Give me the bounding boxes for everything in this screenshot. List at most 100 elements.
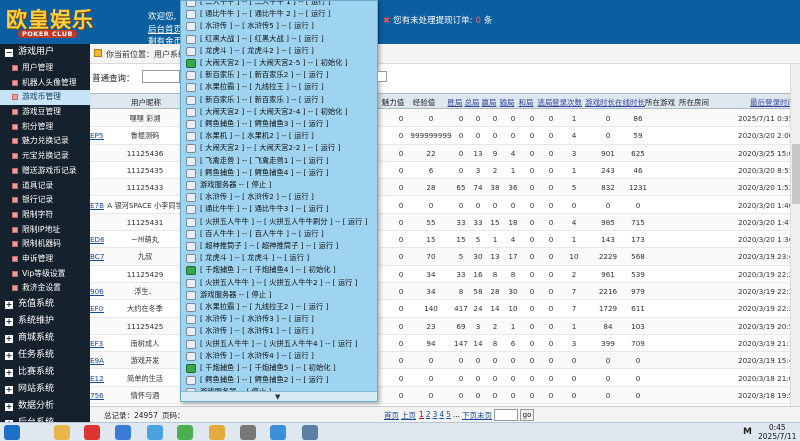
sidebar-item[interactable]: 限制机器码 xyxy=(0,237,90,252)
dropdown-option[interactable]: [ 火拼五人牛牛 ] -- [ 火拼五人牛牛2 ] -- [ 运行 ] xyxy=(181,277,377,290)
server-dropdown-list[interactable]: [ 二人牛牛 ] -- [ 二人牛牛 1 ] -- [ 运行 ] [ 通比牛牛 ]… xyxy=(180,0,378,402)
sidebar-group[interactable]: + 数据分析 xyxy=(0,398,90,415)
account-id[interactable]: E7B1 xyxy=(90,201,104,210)
dropdown-option[interactable]: [ 鳄鱼捕鱼 ] -- [ 鳄鱼捕鱼3 ] -- [ 运行 ] xyxy=(181,118,377,131)
tools-icon[interactable] xyxy=(115,425,131,440)
dropdown-option[interactable]: [ 千炮捕鱼 ] -- [ 千炮捕鱼5 ] -- [ 初始化 ] xyxy=(181,362,377,375)
start-icon[interactable] xyxy=(4,425,20,440)
page-number-link[interactable]: 5 xyxy=(446,410,451,419)
account-id[interactable]: BC75 xyxy=(90,252,104,261)
sidebar-item[interactable]: Vip等级设置 xyxy=(0,267,90,282)
dropdown-option[interactable]: [ 水浒传 ] -- [ 水浒传1 ] -- [ 运行 ] xyxy=(181,325,377,338)
warn-count[interactable]: 0 xyxy=(476,16,481,26)
dropdown-option[interactable]: [ 鳄鱼捕鱼 ] -- [ 鳄鱼捕鱼4 ] -- [ 运行 ] xyxy=(181,167,377,180)
key-icon[interactable] xyxy=(209,425,225,440)
network-icon[interactable] xyxy=(270,425,286,440)
last-page-link[interactable]: 末页 xyxy=(477,410,492,421)
dropdown-option[interactable]: [ 新百家乐 ] -- [ 新百家乐2 ] -- [ 运行 ] xyxy=(181,69,377,82)
settings-icon[interactable] xyxy=(240,425,256,440)
dropdown-option[interactable]: 游戏服务器 -- [ 停止 ] xyxy=(181,289,377,302)
dropdown-option[interactable]: [ 超神推筒子 ] -- [ 超神推筒子 ] -- [ 运行 ] xyxy=(181,240,377,253)
account-id[interactable]: ED6D xyxy=(90,235,104,244)
page-number-link[interactable]: 4 xyxy=(439,410,444,419)
dropdown-option[interactable]: [ 大闹天宫2 ] -- [ 大闹天宫2-5 ] -- [ 初始化 ] xyxy=(181,57,377,70)
prev-page-link[interactable]: 上页 xyxy=(401,410,416,421)
next-page-link[interactable]: 下页 xyxy=(462,410,477,421)
dropdown-option[interactable]: [ 水浒传 ] -- [ 水浒传2 ] -- [ 运行 ] xyxy=(181,191,377,204)
dropdown-option[interactable]: [ 鳄鱼捕鱼 ] -- [ 鳄鱼捕鱼2 ] -- [ 运行 ] xyxy=(181,374,377,387)
search-input[interactable] xyxy=(142,70,180,83)
dropdown-option[interactable]: [ 大闹天宫2 ] -- [ 大闹天宫2-2 ] -- [ 运行 ] xyxy=(181,142,377,155)
dropdown-option[interactable]: [ 百人牛牛 ] -- [ 百人牛牛 ] -- [ 运行 ] xyxy=(181,228,377,241)
dropdown-option[interactable]: [ 飞禽走兽 ] -- [ 飞禽走兽1 ] -- [ 运行 ] xyxy=(181,155,377,168)
vertical-scrollbar[interactable] xyxy=(790,64,800,419)
go-button[interactable]: go xyxy=(520,409,534,421)
account-id[interactable]: E9AB xyxy=(90,356,104,365)
dropdown-option[interactable]: [ 水果拉霸 ] -- [ 九线拉王2 ] -- [ 运行 ] xyxy=(181,301,377,314)
sidebar-item[interactable]: 用户管理 xyxy=(0,61,90,76)
sidebar-group[interactable]: − 游戏用户 xyxy=(0,44,90,61)
page-number-link[interactable]: 2 xyxy=(426,410,431,419)
first-page-link[interactable]: 首页 xyxy=(384,410,399,421)
sidebar-item[interactable]: 限制字符 xyxy=(0,208,90,223)
sidebar-item[interactable]: 银行记录 xyxy=(0,193,90,208)
account-id[interactable]: EF09 xyxy=(90,304,104,313)
dropdown-option[interactable]: [ 通比牛牛 ] -- [ 通比牛牛 2 ] -- [ 运行 ] xyxy=(181,8,377,21)
dropdown-option[interactable]: [ 火拼五人牛牛 ] -- [ 火拼五人牛牛刷分 ] -- [ 运行 ] xyxy=(181,216,377,229)
dropdown-option[interactable]: [ 大闹天宫2 ] -- [ 大闹天宫2-4 ] -- [ 初始化 ] xyxy=(181,106,377,119)
account-id[interactable]: 7565 xyxy=(90,391,104,400)
dropdown-option[interactable]: [ 水浒传 ] -- [ 水浒传4 ] -- [ 运行 ] xyxy=(181,350,377,363)
scroll-down-icon[interactable]: ▼ xyxy=(275,393,280,401)
dropdown-option[interactable]: [ 新百家乐 ] -- [ 新百家乐 ] -- [ 运行 ] xyxy=(181,94,377,107)
sidebar-item[interactable]: 限制IP地址 xyxy=(0,223,90,238)
ime-indicator[interactable]: M xyxy=(743,427,752,437)
sidebar-group[interactable]: + 系统维护 xyxy=(0,313,90,330)
account-id[interactable]: EP58 xyxy=(90,131,104,140)
page-number-link[interactable]: 3 xyxy=(433,410,438,419)
sidebar-item[interactable]: 道具记录 xyxy=(0,179,90,194)
dropdown-scrollbar[interactable]: ▼ xyxy=(181,391,377,401)
chrome-icon[interactable] xyxy=(84,425,100,440)
dropdown-option[interactable]: [ 水浒传 ] -- [ 水浒传5 ] -- [ 运行 ] xyxy=(181,20,377,33)
nav-home-link[interactable]: 后台首页 xyxy=(148,23,182,35)
dropdown-option[interactable]: [ 水浒传 ] -- [ 水浒传3 ] -- [ 运行 ] xyxy=(181,313,377,326)
sidebar-item[interactable]: 申诉管理 xyxy=(0,252,90,267)
dropdown-option[interactable]: [ 火拼五人牛牛 ] -- [ 火拼五人牛牛4 ] -- [ 运行 ] xyxy=(181,338,377,351)
sidebar-group[interactable]: + 任务系统 xyxy=(0,347,90,364)
sidebar-group[interactable]: +后台系统 xyxy=(0,415,90,422)
dropdown-option[interactable]: [ 水果拉霸 ] -- [ 九线拉王 ] -- [ 运行 ] xyxy=(181,81,377,94)
scroll-thumb[interactable] xyxy=(792,144,800,204)
column-header: 所在房间 xyxy=(679,98,709,107)
sidebar-group[interactable]: + 充值系统 xyxy=(0,296,90,313)
sidebar-group[interactable]: + 网站系统 xyxy=(0,381,90,398)
shield-icon[interactable] xyxy=(302,425,318,440)
account-id[interactable]: E127 xyxy=(90,374,104,383)
sidebar-item[interactable]: 机器人头像管理 xyxy=(0,76,90,91)
sidebar-item[interactable]: 游戏币管理 xyxy=(0,90,90,106)
page-number-link[interactable]: 1 xyxy=(419,410,424,419)
sidebar-item[interactable]: 赠送游戏币记录 xyxy=(0,164,90,179)
dropdown-option[interactable]: [ 通比牛牛 ] -- [ 通比牛牛3 ] -- [ 运行 ] xyxy=(181,203,377,216)
app-icon[interactable] xyxy=(147,425,163,440)
sidebar-item[interactable]: 积分管理 xyxy=(0,120,90,135)
dropdown-option[interactable]: [ 红黑大战 ] -- [ 红黑大战 ] -- [ 运行 ] xyxy=(181,33,377,46)
bullet-icon xyxy=(12,270,18,277)
sidebar-group[interactable]: + 比赛系统 xyxy=(0,364,90,381)
folder-icon[interactable] xyxy=(54,425,70,440)
sidebar-group[interactable]: + 商城系统 xyxy=(0,330,90,347)
dropdown-option[interactable]: [ 龙虎斗 ] -- [ 龙虎斗2 ] -- [ 运行 ] xyxy=(181,45,377,58)
account-id[interactable]: 9068 xyxy=(90,287,104,296)
clock[interactable]: 0:45 2025/7/11 xyxy=(758,423,796,441)
dropdown-option[interactable]: 游戏服务器 -- [ 停止 ] xyxy=(181,179,377,192)
sidebar-item[interactable]: 救济金设置 xyxy=(0,281,90,296)
page-input[interactable] xyxy=(494,409,518,421)
sidebar-item[interactable]: 元宝兑换记录 xyxy=(0,149,90,164)
dropdown-option[interactable]: [ 千炮捕鱼 ] -- [ 千炮捕鱼4 ] -- [ 初始化 ] xyxy=(181,264,377,277)
sidebar-item[interactable]: 游戏豆管理 xyxy=(0,105,90,120)
account-id[interactable]: EF3E xyxy=(90,339,104,348)
sidebar-item[interactable]: 魅力兑换记录 xyxy=(0,134,90,149)
search-input-2[interactable] xyxy=(377,71,387,82)
dropdown-option[interactable]: [ 龙虎斗 ] -- [ 龙虎斗 ] -- [ 运行 ] xyxy=(181,252,377,265)
refresh-icon[interactable] xyxy=(177,425,193,440)
dropdown-option[interactable]: [ 水果机 ] -- [ 水果机2 ] -- [ 运行 ] xyxy=(181,130,377,143)
